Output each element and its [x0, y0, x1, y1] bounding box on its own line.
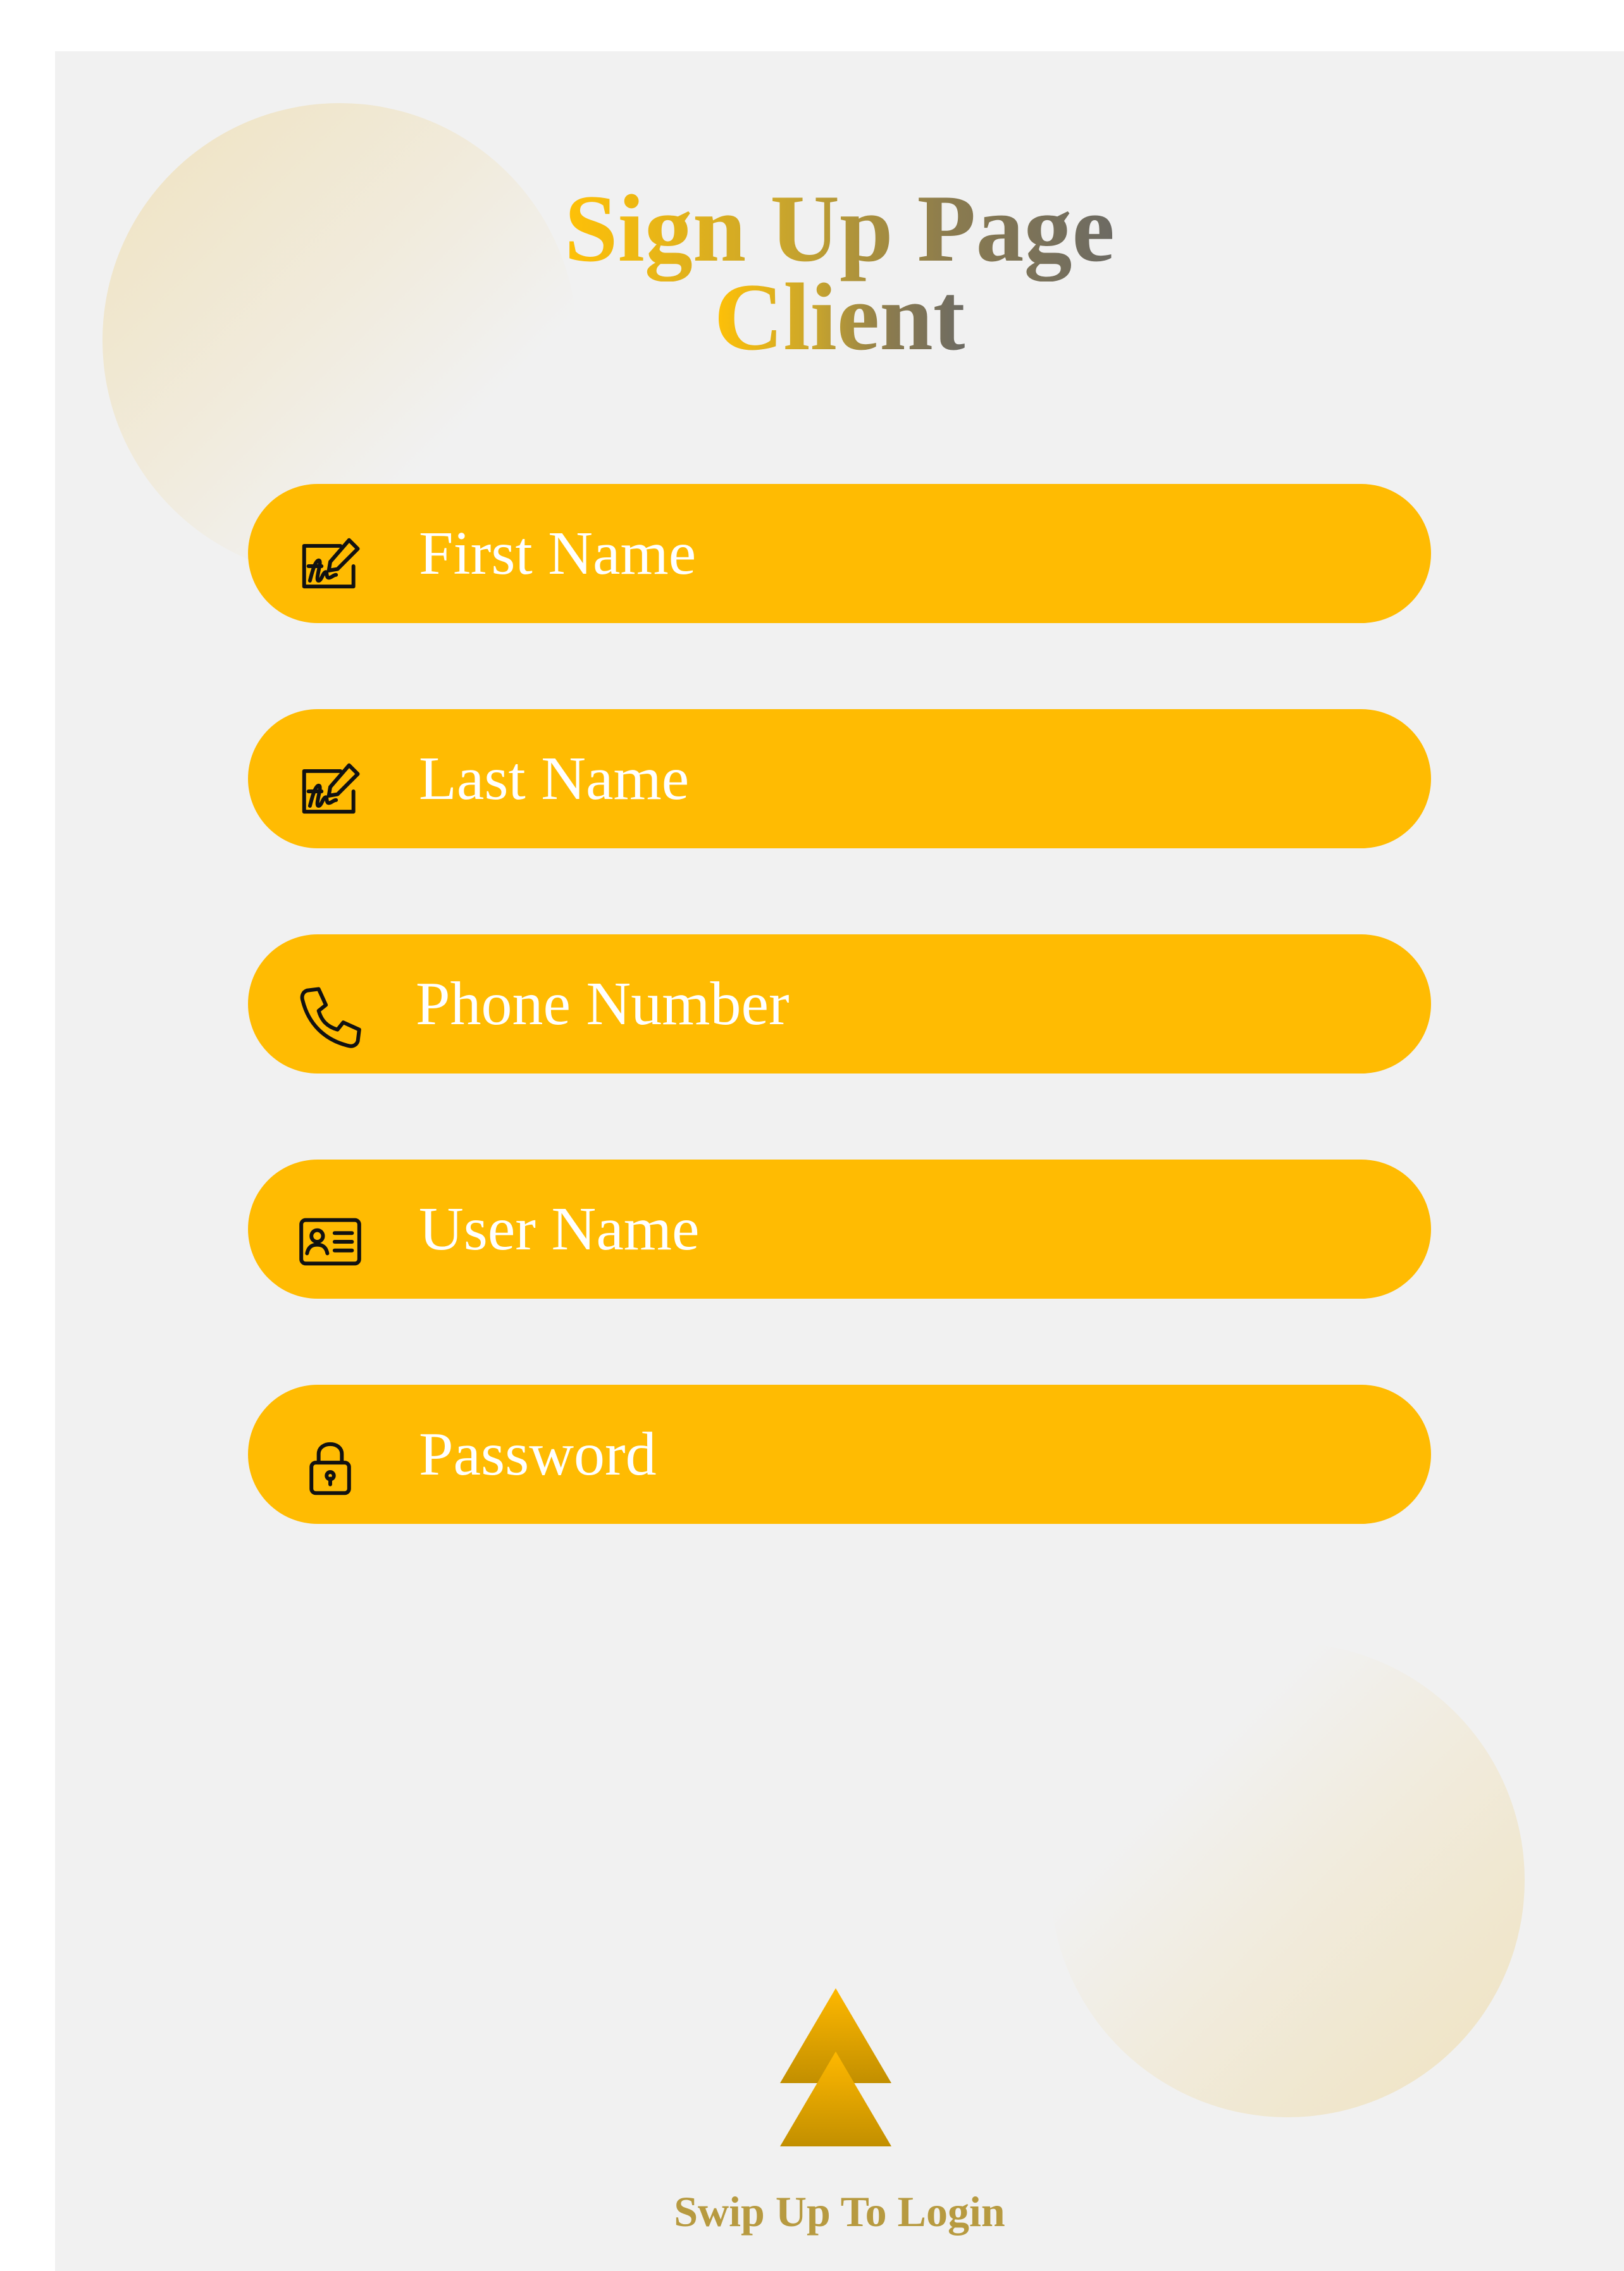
last-name-placeholder: Last Name [419, 745, 690, 813]
phone-number-field[interactable]: Phone Number [248, 934, 1431, 1074]
page-subtitle: Client [714, 264, 965, 370]
phone-number-placeholder: Phone Number [416, 970, 790, 1038]
phone-icon [295, 982, 365, 1051]
user-name-field[interactable]: User Name [248, 1160, 1431, 1299]
signature-icon [295, 757, 365, 826]
id-card-icon [295, 1207, 365, 1277]
password-placeholder: Password [419, 1420, 657, 1488]
signup-screen: Sign Up Page Client First Name Last Name [55, 51, 1624, 2271]
lock-icon [295, 1432, 365, 1502]
first-name-placeholder: First Name [419, 519, 697, 588]
password-field[interactable]: Password [248, 1385, 1431, 1524]
first-name-field[interactable]: First Name [248, 484, 1431, 623]
double-arrow-up-icon[interactable] [779, 1988, 893, 2146]
decorative-circle-bottom [1050, 1643, 1525, 2117]
last-name-field[interactable]: Last Name [248, 709, 1431, 848]
user-name-placeholder: User Name [419, 1195, 700, 1263]
swipe-up-login-link[interactable]: Swip Up To Login [55, 2183, 1624, 2240]
signature-icon [295, 531, 365, 601]
